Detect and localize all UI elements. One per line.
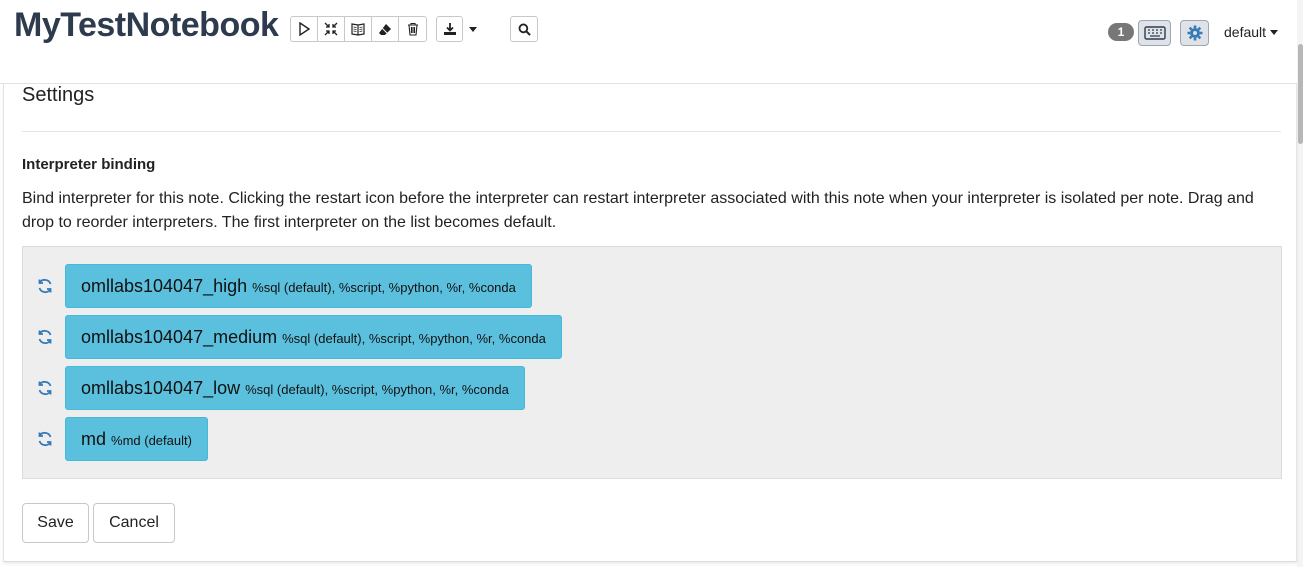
gear-icon [1187,25,1202,41]
interpreter-modes: %sql (default), %script, %python, %r, %c… [245,381,509,397]
interpreter-binding-description: Bind interpreter for this note. Clicking… [22,190,1254,231]
eraser-icon [379,24,391,35]
run-all-button[interactable] [291,17,318,41]
search-icon [518,23,531,36]
settings-title: Settings [22,84,95,106]
run-all-icon [299,22,311,36]
interpreter-name: omllabs104047_medium [81,326,278,347]
interpreter-modes: %sql (default), %script, %python, %r, %c… [282,330,546,346]
divider [22,131,1281,132]
interpreter-modes: %sql (default), %script, %python, %r, %c… [252,279,516,295]
chevron-down-icon [469,26,477,32]
restart-icon[interactable] [35,378,55,398]
interpreter-name: omllabs104047_low [81,377,241,398]
search-button[interactable] [510,16,538,42]
download-icon [443,23,456,35]
interpreter-name: omllabs104047_high [81,275,248,296]
download-dropdown-toggle[interactable] [463,16,483,42]
clear-output-button[interactable] [372,17,399,41]
collapse-icon [324,22,338,36]
delete-note-button[interactable] [399,17,426,41]
trash-icon [407,22,418,36]
page-scrollbar[interactable] [1297,0,1303,567]
collapse-all-button[interactable] [318,17,345,41]
scrollbar-thumb[interactable] [1298,44,1303,144]
user-menu-label: default [1224,24,1267,40]
user-menu[interactable]: default [1224,24,1279,40]
interpreter-button[interactable]: omllabs104047_low %sql (default), %scrip… [65,366,525,410]
interpreter-list: omllabs104047_high %sql (default), %scri… [22,246,1282,479]
interpreter-item[interactable]: omllabs104047_low %sql (default), %scrip… [23,366,525,410]
interpreter-item[interactable]: omllabs104047_medium %sql (default), %sc… [23,315,562,359]
interpreter-item[interactable]: omllabs104047_high %sql (default), %scri… [23,264,532,308]
interpreter-button[interactable]: omllabs104047_medium %sql (default), %sc… [65,315,562,359]
show-output-button[interactable] [345,17,372,41]
chevron-down-icon [1270,29,1279,35]
notification-badge[interactable]: 1 [1108,23,1134,41]
save-button[interactable]: Save [22,503,89,543]
restart-icon[interactable] [35,429,55,449]
interpreter-modes: %md (default) [111,432,192,448]
restart-icon[interactable] [35,276,55,296]
restart-icon[interactable] [35,327,55,347]
cancel-button[interactable]: Cancel [93,503,175,543]
interpreter-settings-button[interactable] [1180,20,1209,46]
interpreter-item[interactable]: md %md (default) [23,417,208,461]
interpreter-button[interactable]: omllabs104047_high %sql (default), %scri… [65,264,532,308]
notebook-header: MyTestNotebook 1 default [0,0,1303,84]
settings-panel: Settings Interpreter binding Bind interp… [3,84,1297,562]
notebook-toolbar [290,16,427,42]
keyboard-icon [1143,26,1166,40]
book-icon [351,23,365,36]
keyboard-shortcuts-button[interactable] [1138,20,1171,46]
notebook-title[interactable]: MyTestNotebook [14,6,279,45]
interpreter-binding-heading: Interpreter binding [22,156,156,173]
interpreter-button[interactable]: md %md (default) [65,417,208,461]
interpreter-name: md [81,428,107,449]
download-group [436,16,483,42]
download-button[interactable] [436,16,463,42]
